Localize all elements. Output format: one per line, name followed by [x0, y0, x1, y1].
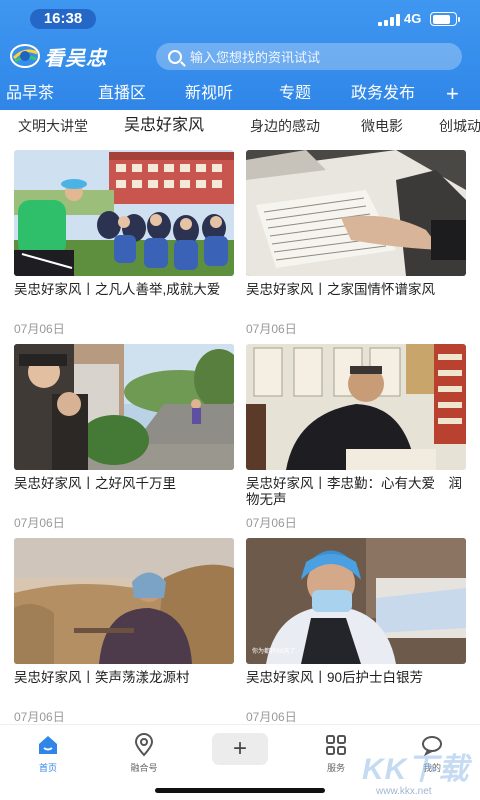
channel-tab[interactable]: 新视听 [185, 82, 233, 106]
nav-label: 融合号 [130, 763, 158, 773]
subtab[interactable]: 微电影 [361, 110, 403, 142]
grid-icon [324, 733, 348, 757]
article-card[interactable]: 吴忠好家风丨之凡人善举,成就大爱 07月06日 [14, 150, 234, 340]
article-title[interactable]: 吴忠好家风丨之家国情怀谱家风 [246, 282, 468, 298]
article-date: 07月06日 [246, 322, 297, 336]
watermark: KK下载 www.kkx.net [362, 744, 480, 800]
article-title[interactable]: 吴忠好家风丨之好风千万里 [14, 476, 236, 492]
nav-home[interactable]: 首页 [18, 733, 78, 774]
article-title[interactable]: 吴忠好家风丨之凡人善举,成就大爱 [14, 282, 236, 298]
nav-fusion[interactable]: 融合号 [114, 733, 174, 774]
article-date: 07月06日 [14, 516, 65, 530]
article-title[interactable]: 吴忠好家风丨笑声荡漾龙源村 [14, 670, 236, 686]
status-time: 16:38 [30, 9, 96, 29]
subtab[interactable]: 创城动 [439, 110, 480, 142]
app-header: 16:38 4G 看吴忠 输入您想找的资讯试试 品早茶 直播区 新视听 专题 政… [0, 0, 480, 110]
article-title[interactable]: 吴忠好家风丨李忠勤：心有大爱 润物无声 [246, 476, 468, 508]
publish-button[interactable]: + [212, 733, 268, 765]
subtab[interactable]: 文明大讲堂 [18, 110, 88, 142]
article-card[interactable]: 你为都转90天了 吴忠好家风丨90后护士白银芳 07月06日 [246, 538, 466, 724]
search-placeholder: 输入您想找的资讯试试 [190, 50, 321, 65]
location-pin-icon [132, 733, 156, 757]
subtab[interactable]: 身边的感动 [250, 110, 320, 142]
nav-label: 服务 [326, 763, 345, 773]
home-indicator[interactable] [155, 788, 325, 793]
article-card[interactable]: 吴忠好家风丨之好风千万里 07月06日 [14, 344, 234, 534]
subtab-bar: 文明大讲堂 吴忠好家风 身边的感动 微电影 创城动 [0, 110, 480, 146]
channel-tab[interactable]: 品早茶 [6, 82, 54, 106]
search-icon [168, 49, 182, 64]
watermark-url: www.kkx.net [376, 786, 432, 797]
article-card[interactable]: 吴忠好家风丨李忠勤：心有大爱 润物无声 07月06日 [246, 344, 466, 534]
search-bar[interactable]: 输入您想找的资讯试试 [156, 43, 462, 70]
network-type: 4G [404, 11, 422, 26]
subtab-active[interactable]: 吴忠好家风 [124, 110, 204, 142]
article-thumbnail[interactable] [14, 344, 234, 470]
logo-icon [10, 43, 40, 69]
article-date: 07月06日 [246, 710, 297, 724]
article-date: 07月06日 [14, 710, 65, 724]
signal-icon [378, 14, 400, 26]
nav-label: 首页 [38, 763, 57, 773]
add-channel-icon[interactable]: + [446, 83, 459, 105]
article-thumbnail[interactable]: 你为都转90天了 [246, 538, 466, 664]
nav-service[interactable]: 服务 [306, 733, 366, 774]
channel-bar: 品早茶 直播区 新视听 专题 政务发布 + [0, 82, 480, 110]
article-date: 07月06日 [246, 516, 297, 530]
channel-tab[interactable]: 专题 [279, 82, 311, 106]
article-thumbnail[interactable] [14, 150, 234, 276]
channel-tab[interactable]: 政务发布 [351, 82, 415, 106]
app-logo[interactable]: 看吴忠 [10, 42, 107, 70]
article-title[interactable]: 吴忠好家风丨90后护士白银芳 [246, 670, 468, 686]
battery-icon [430, 12, 460, 26]
channel-tab[interactable]: 直播区 [98, 82, 146, 106]
photo-caption: 你为都转90天了 [252, 647, 296, 655]
article-thumbnail[interactable] [14, 538, 234, 664]
article-card[interactable]: 吴忠好家风丨之家国情怀谱家风 07月06日 [246, 150, 466, 340]
article-date: 07月06日 [14, 322, 65, 336]
home-icon [36, 733, 60, 757]
article-thumbnail[interactable] [246, 344, 466, 470]
article-card[interactable]: 吴忠好家风丨笑声荡漾龙源村 07月06日 [14, 538, 234, 724]
logo-text: 看吴忠 [44, 47, 107, 70]
watermark-brand: KK下载 [362, 753, 470, 786]
status-bar: 16:38 4G [0, 0, 480, 36]
article-thumbnail[interactable] [246, 150, 466, 276]
